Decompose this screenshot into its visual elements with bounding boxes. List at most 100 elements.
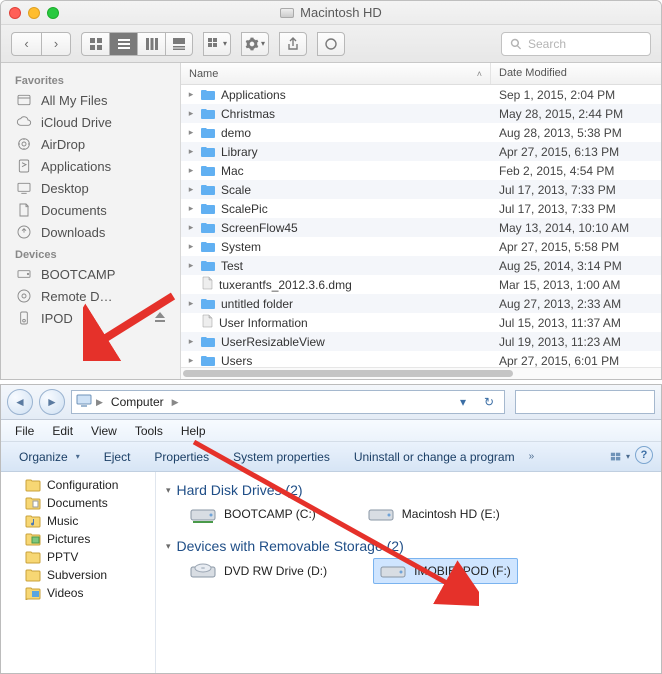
disclosure-triangle[interactable]: ▸ xyxy=(187,203,195,214)
uninstall-button[interactable]: Uninstall or change a program xyxy=(344,447,525,467)
sidebar-device-ipod[interactable]: IPOD xyxy=(1,307,180,329)
explorer-menubar: File Edit View Tools Help xyxy=(1,420,661,442)
properties-button[interactable]: Properties xyxy=(144,447,219,467)
folder-icon xyxy=(25,532,41,546)
disclosure-triangle[interactable]: ▸ xyxy=(187,260,195,271)
forward-button[interactable]: ► xyxy=(39,389,65,415)
list-view-button[interactable] xyxy=(109,32,137,56)
tree-node-pptv[interactable]: PPTV xyxy=(1,548,155,566)
minimize-button[interactable] xyxy=(28,7,40,19)
refresh-button[interactable]: ↻ xyxy=(478,391,500,413)
drive-Macintosh HD (E:)[interactable]: Macintosh HD (E:) xyxy=(362,502,506,526)
sidebar-item-label: All My Files xyxy=(41,93,107,108)
tree-node-documents[interactable]: Documents xyxy=(1,494,155,512)
collapse-icon[interactable]: ▾ xyxy=(166,541,171,552)
file-row[interactable]: ▸ScalePic Jul 17, 2013, 7:33 PM xyxy=(181,199,661,218)
file-date: Jul 15, 2013, 11:37 AM xyxy=(491,316,661,330)
file-row[interactable]: ▸System Apr 27, 2015, 5:58 PM xyxy=(181,237,661,256)
collapse-icon[interactable]: ▾ xyxy=(166,485,171,496)
disclosure-triangle[interactable]: ▸ xyxy=(187,165,195,176)
file-row[interactable]: ▸Applications Sep 1, 2015, 2:04 PM xyxy=(181,85,661,104)
menu-view[interactable]: View xyxy=(83,422,125,440)
file-row[interactable]: User Information Jul 15, 2013, 11:37 AM xyxy=(181,313,661,332)
devices-heading: Devices xyxy=(1,243,180,263)
address-history-button[interactable]: ▾ xyxy=(452,391,474,413)
view-options-button[interactable] xyxy=(609,446,631,468)
group-hdd[interactable]: ▾ Hard Disk Drives (2) xyxy=(166,482,651,498)
tags-button[interactable] xyxy=(317,32,345,56)
disclosure-triangle[interactable]: ▸ xyxy=(187,146,195,157)
disclosure-triangle[interactable]: ▸ xyxy=(187,336,195,347)
action-button[interactable]: ▾ xyxy=(241,32,269,56)
disclosure-triangle[interactable]: ▸ xyxy=(187,298,195,309)
file-row[interactable]: ▸untitled folder Aug 27, 2013, 2:33 AM xyxy=(181,294,661,313)
file-row[interactable]: ▸demo Aug 28, 2013, 5:38 PM xyxy=(181,123,661,142)
sidebar-item-icloud drive[interactable]: iCloud Drive xyxy=(1,111,180,133)
file-row[interactable]: tuxerantfs_2012.3.6.dmg Mar 15, 2013, 1:… xyxy=(181,275,661,294)
menu-help[interactable]: Help xyxy=(173,422,214,440)
back-button[interactable]: ◄ xyxy=(7,389,33,415)
drive-IMOBIE IPOD (F:)[interactable]: IMOBIE IPOD (F:) xyxy=(373,558,518,584)
sidebar-item-applications[interactable]: Applications xyxy=(1,155,180,177)
sidebar-item-documents[interactable]: Documents xyxy=(1,199,180,221)
file-row[interactable]: ▸Users Apr 27, 2015, 6:01 PM xyxy=(181,351,661,367)
help-button[interactable]: ? xyxy=(635,446,653,464)
column-date-modified[interactable]: Date Modified xyxy=(491,63,661,84)
sidebar-item-downloads[interactable]: Downloads xyxy=(1,221,180,243)
eject-button[interactable]: Eject xyxy=(94,447,141,467)
sidebar-device-bootcamp[interactable]: BOOTCAMP xyxy=(1,263,180,285)
disclosure-triangle[interactable]: ▸ xyxy=(187,222,195,233)
back-button[interactable]: ‹ xyxy=(11,32,41,56)
file-icon xyxy=(200,276,214,293)
tree-node-configuration[interactable]: Configuration xyxy=(1,476,155,494)
arrange-button[interactable]: ▾ xyxy=(203,32,231,56)
tree-node-subversion[interactable]: Subversion xyxy=(1,566,155,584)
disclosure-triangle[interactable]: ▸ xyxy=(187,241,195,252)
menu-file[interactable]: File xyxy=(7,422,42,440)
menu-tools[interactable]: Tools xyxy=(127,422,171,440)
disclosure-triangle[interactable]: ▸ xyxy=(187,184,195,195)
column-view-button[interactable] xyxy=(137,32,165,56)
file-row[interactable]: ▸Test Aug 25, 2014, 3:14 PM xyxy=(181,256,661,275)
scrollbar-thumb[interactable] xyxy=(183,370,513,377)
coverflow-view-button[interactable] xyxy=(165,32,193,56)
file-row[interactable]: ▸ScreenFlow45 May 13, 2014, 10:10 AM xyxy=(181,218,661,237)
system-properties-button[interactable]: System properties xyxy=(223,447,340,467)
address-bar[interactable]: ▶ Computer ▶ ▾ ↻ xyxy=(71,390,505,414)
icon-view-button[interactable] xyxy=(81,32,109,56)
file-row[interactable]: ▸Scale Jul 17, 2013, 7:33 PM xyxy=(181,180,661,199)
finder-titlebar[interactable]: Macintosh HD xyxy=(1,1,661,25)
file-row[interactable]: ▸Mac Feb 2, 2015, 4:54 PM xyxy=(181,161,661,180)
forward-button[interactable]: › xyxy=(41,32,71,56)
eject-icon[interactable] xyxy=(154,311,166,326)
tree-node-music[interactable]: Music xyxy=(1,512,155,530)
tree-node-videos[interactable]: Videos xyxy=(1,584,155,602)
sidebar-item-all my files[interactable]: All My Files xyxy=(1,89,180,111)
file-row[interactable]: ▸Christmas May 28, 2015, 2:44 PM xyxy=(181,104,661,123)
tree-node-pictures[interactable]: Pictures xyxy=(1,530,155,548)
share-button[interactable] xyxy=(279,32,307,56)
file-row[interactable]: ▸UserResizableView Jul 19, 2013, 11:23 A… xyxy=(181,332,661,351)
drive-DVD RW Drive (D:)[interactable]: DVD RW Drive (D:) xyxy=(184,558,333,584)
breadcrumb-computer[interactable]: Computer xyxy=(107,395,168,409)
organize-button[interactable]: Organize xyxy=(9,447,90,467)
file-row[interactable]: ▸Library Apr 27, 2015, 6:13 PM xyxy=(181,142,661,161)
search-field[interactable]: Search xyxy=(501,32,651,56)
breadcrumb-sep[interactable]: ▶ xyxy=(172,397,179,408)
sidebar-device-remote d…[interactable]: Remote D… xyxy=(1,285,180,307)
breadcrumb-sep[interactable]: ▶ xyxy=(96,397,103,408)
disclosure-triangle[interactable]: ▸ xyxy=(187,89,195,100)
column-name[interactable]: Name ˄ xyxy=(181,63,491,84)
disclosure-triangle[interactable]: ▸ xyxy=(187,127,195,138)
sidebar-item-airdrop[interactable]: AirDrop xyxy=(1,133,180,155)
drive-BOOTCAMP (C:)[interactable]: BOOTCAMP (C:) xyxy=(184,502,322,526)
group-removable[interactable]: ▾ Devices with Removable Storage (2) xyxy=(166,538,651,554)
disclosure-triangle[interactable]: ▸ xyxy=(187,355,195,366)
horizontal-scrollbar[interactable] xyxy=(181,367,661,379)
close-button[interactable] xyxy=(9,7,21,19)
disclosure-triangle[interactable]: ▸ xyxy=(187,108,195,119)
sidebar-item-desktop[interactable]: Desktop xyxy=(1,177,180,199)
zoom-button[interactable] xyxy=(47,7,59,19)
menu-edit[interactable]: Edit xyxy=(44,422,81,440)
explorer-search[interactable] xyxy=(515,390,655,414)
